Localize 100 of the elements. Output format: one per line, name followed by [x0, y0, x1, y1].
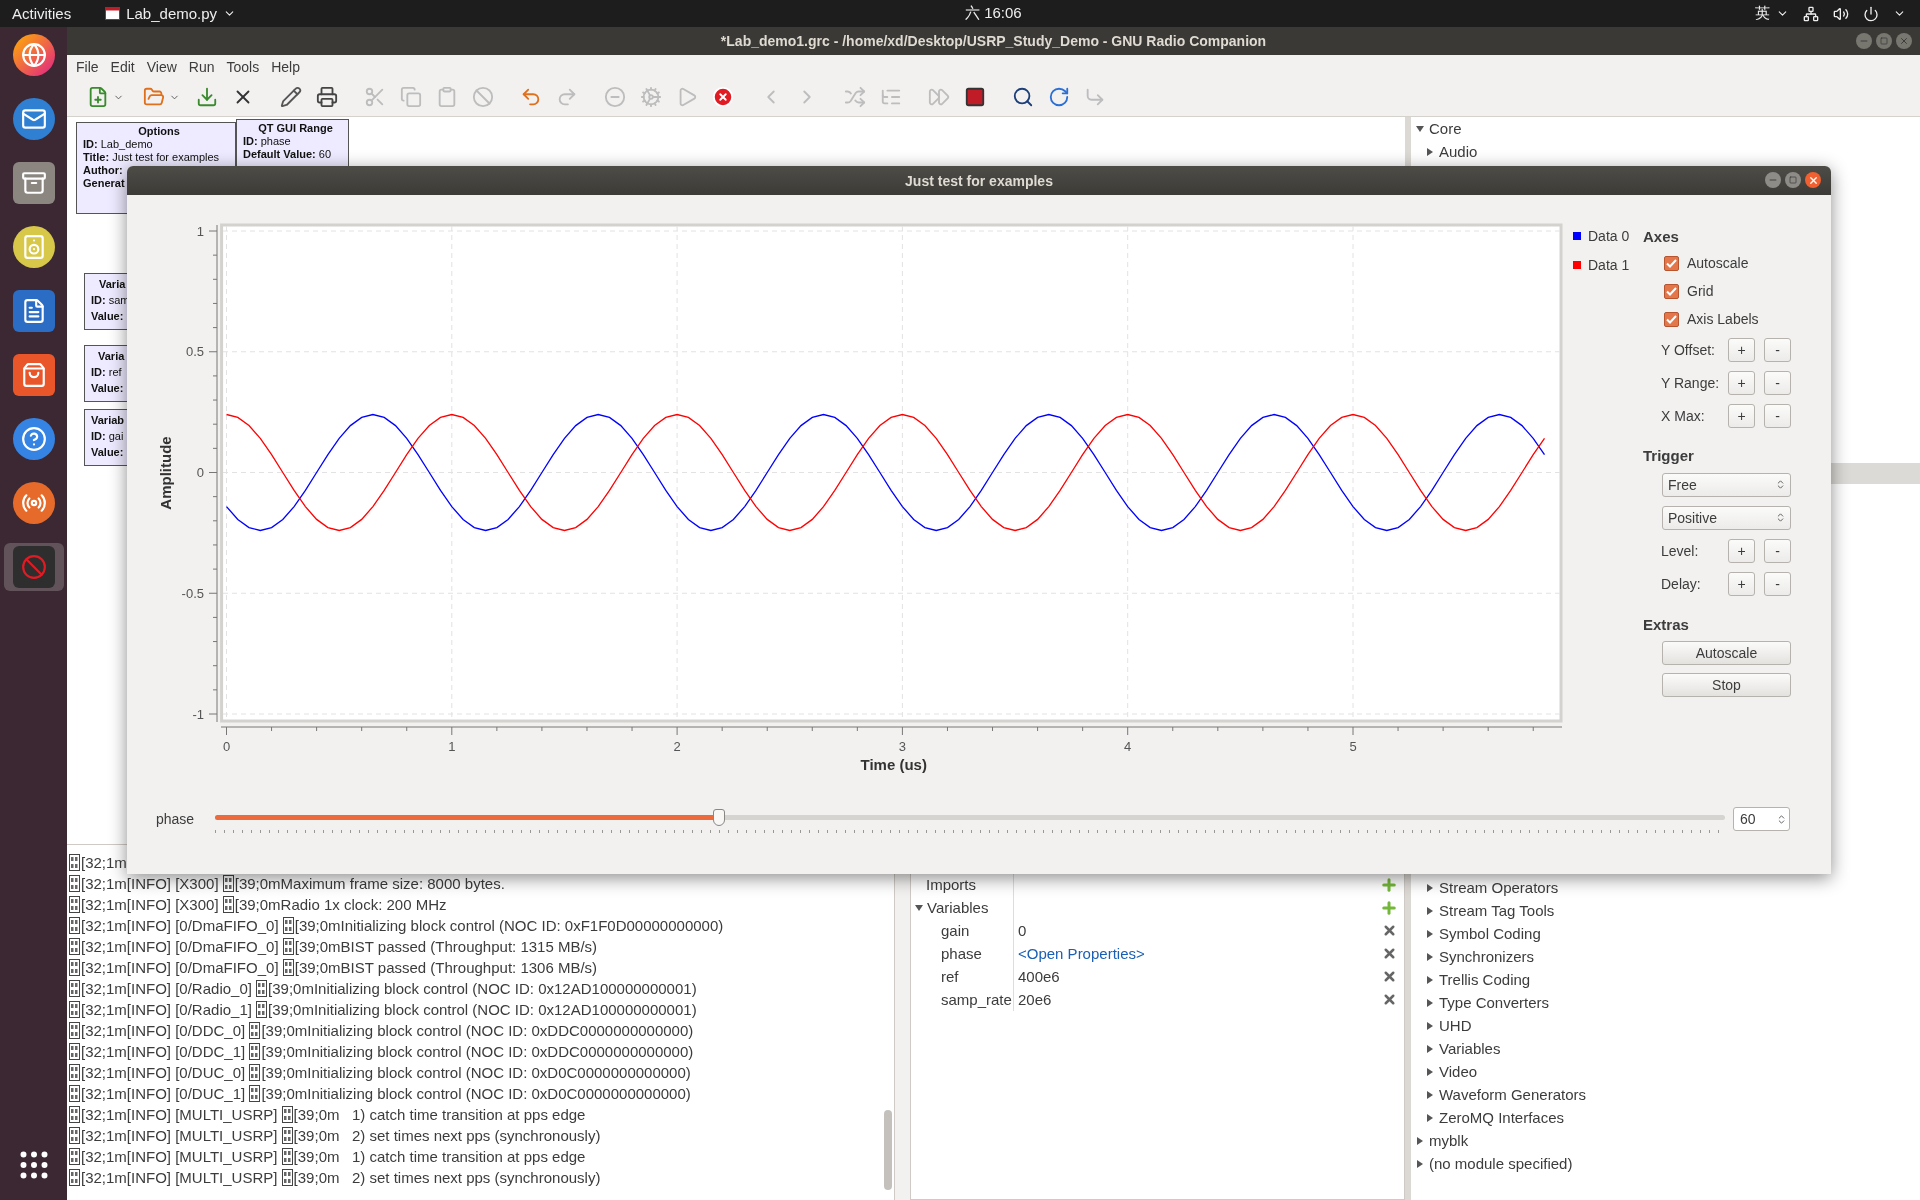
axis-title: Time (us)	[860, 756, 927, 773]
scrollbar-thumb[interactable]	[884, 1110, 892, 1190]
checkbox[interactable]	[1664, 283, 1679, 299]
minus-button[interactable]: -	[1764, 337, 1791, 362]
tree-item[interactable]: Variables	[1411, 1037, 1920, 1060]
axis-tick-label: 0.5	[185, 344, 204, 360]
log-text: [39;0m 1) catch time transition at pps edge	[293, 1148, 586, 1165]
network-icon[interactable]	[1803, 5, 1819, 22]
tree-item[interactable]: Video	[1411, 1060, 1920, 1083]
tree-item[interactable]: myblk	[1411, 1129, 1920, 1152]
menu-item[interactable]: File	[70, 58, 105, 75]
expander-icon[interactable]	[1426, 1113, 1434, 1122]
menu-item[interactable]: Run	[182, 58, 221, 75]
menu-item[interactable]: Edit	[104, 58, 141, 75]
activities-button[interactable]: Activities	[12, 5, 72, 22]
expander-icon[interactable]	[915, 903, 923, 912]
tree-item[interactable]: Waveform Generators	[1411, 1083, 1920, 1106]
expander-icon[interactable]	[1416, 124, 1424, 133]
minus-button[interactable]: -	[1764, 538, 1791, 563]
variable-name[interactable]: gain	[941, 922, 970, 939]
variable-name[interactable]: phase	[941, 945, 982, 962]
missing-glyph-icon	[256, 1001, 268, 1018]
axis-tick-label: 0	[196, 465, 204, 480]
checkbox[interactable]	[1664, 255, 1679, 271]
plus-button[interactable]: +	[1728, 403, 1755, 428]
missing-glyph-icon	[69, 917, 80, 934]
push-button[interactable]: Stop	[1662, 673, 1791, 697]
tree-group-label[interactable]: Imports	[926, 876, 976, 893]
close-button[interactable]	[1805, 172, 1821, 188]
tree-group-label[interactable]: Variables	[927, 899, 989, 916]
expander-icon[interactable]	[1426, 1067, 1434, 1076]
missing-glyph-icon	[69, 854, 80, 871]
plus-button[interactable]: +	[1728, 370, 1755, 395]
slider-thumb[interactable]	[713, 809, 726, 826]
expander-icon[interactable]	[1426, 147, 1434, 156]
tree-item[interactable]: Stream Tag Tools	[1411, 899, 1920, 922]
undo-icon	[520, 86, 542, 108]
input-method-button[interactable]: 英	[1755, 4, 1789, 23]
missing-glyph-icon	[281, 1106, 293, 1123]
axis-tick-label: 3	[898, 739, 906, 754]
minimize-button[interactable]	[1765, 172, 1781, 188]
expander-icon[interactable]	[1426, 1090, 1434, 1099]
dropdown[interactable]: Positive	[1662, 505, 1791, 530]
tree-item[interactable]: UHD	[1411, 1014, 1920, 1037]
shuffle-icon	[844, 86, 866, 108]
expander-icon[interactable]	[1426, 1044, 1434, 1053]
axis-tick-label: 2	[673, 739, 681, 754]
expander-icon[interactable]	[1426, 952, 1434, 961]
app-menu-button[interactable]: Lab_demo.py	[105, 5, 237, 22]
menu-item[interactable]: Tools	[220, 58, 266, 75]
missing-glyph-icon	[69, 980, 80, 997]
minus-button[interactable]: -	[1764, 403, 1791, 428]
log-text: [32;1m[INFO] [0/Radio_1]	[81, 1001, 253, 1018]
slider-track[interactable]	[215, 809, 1725, 827]
minus-button[interactable]: -	[1764, 571, 1791, 596]
updown-icon	[1775, 512, 1786, 523]
plus-button[interactable]: +	[1728, 538, 1755, 563]
missing-glyph-icon	[281, 1148, 293, 1165]
add-icon[interactable]	[1380, 875, 1398, 894]
log-text: [32;1m[INFO] [0/DmaFIFO_0]	[81, 938, 280, 955]
tree-item[interactable]: ZeroMQ Interfaces	[1411, 1106, 1920, 1129]
tree-item[interactable]: Symbol Coding	[1411, 922, 1920, 945]
tree-item[interactable]: Stream Operators	[1411, 876, 1920, 899]
stepper-label: Y Range:	[1661, 374, 1721, 391]
volume-icon[interactable]	[1833, 5, 1849, 22]
plus-button[interactable]: +	[1728, 571, 1755, 596]
plus-button[interactable]: +	[1728, 337, 1755, 362]
minus-circle-icon	[604, 86, 626, 108]
expander-icon[interactable]	[1426, 929, 1434, 938]
expander-icon[interactable]	[1426, 998, 1434, 1007]
variable-name[interactable]: ref	[941, 968, 959, 985]
missing-glyph-icon	[249, 1043, 261, 1060]
dropdown[interactable]: Free	[1662, 472, 1791, 497]
menu-item[interactable]: Help	[265, 58, 306, 75]
tree-item[interactable]: (no module specified)	[1411, 1152, 1920, 1175]
tree-item[interactable]: Audio	[1411, 140, 1920, 163]
push-button[interactable]: Autoscale	[1662, 641, 1791, 665]
tree-item[interactable]: Synchronizers	[1411, 945, 1920, 968]
download-icon	[196, 86, 218, 108]
expander-icon[interactable]	[1416, 1159, 1424, 1168]
checkbox[interactable]	[1664, 311, 1679, 327]
maximize-button[interactable]	[1876, 33, 1892, 49]
variable-name[interactable]: samp_rate	[941, 991, 1012, 1008]
variable-value: 400e6	[1018, 968, 1060, 985]
power-icon[interactable]	[1863, 5, 1879, 22]
open-properties-link[interactable]: <Open Properties>	[1018, 945, 1145, 962]
expander-icon[interactable]	[1426, 906, 1434, 915]
menu-item[interactable]: View	[140, 58, 183, 75]
expander-icon[interactable]	[1416, 1136, 1424, 1145]
expander-icon[interactable]	[1426, 975, 1434, 984]
axis-tick-label: 1	[448, 739, 456, 754]
minus-button[interactable]: -	[1764, 370, 1791, 395]
expander-icon[interactable]	[1426, 883, 1434, 892]
tree-item[interactable]: Trellis Coding	[1411, 968, 1920, 991]
log-text: [39;0mInitializing block control (NOC ID: 0xD0C0000000000000)	[261, 1085, 691, 1102]
spin-box[interactable]: 60	[1733, 807, 1790, 831]
expander-icon[interactable]	[1426, 1021, 1434, 1030]
tree-item[interactable]: Core	[1411, 117, 1920, 140]
minimize-button[interactable]	[1856, 33, 1872, 49]
tree-item[interactable]: Type Converters	[1411, 991, 1920, 1014]
